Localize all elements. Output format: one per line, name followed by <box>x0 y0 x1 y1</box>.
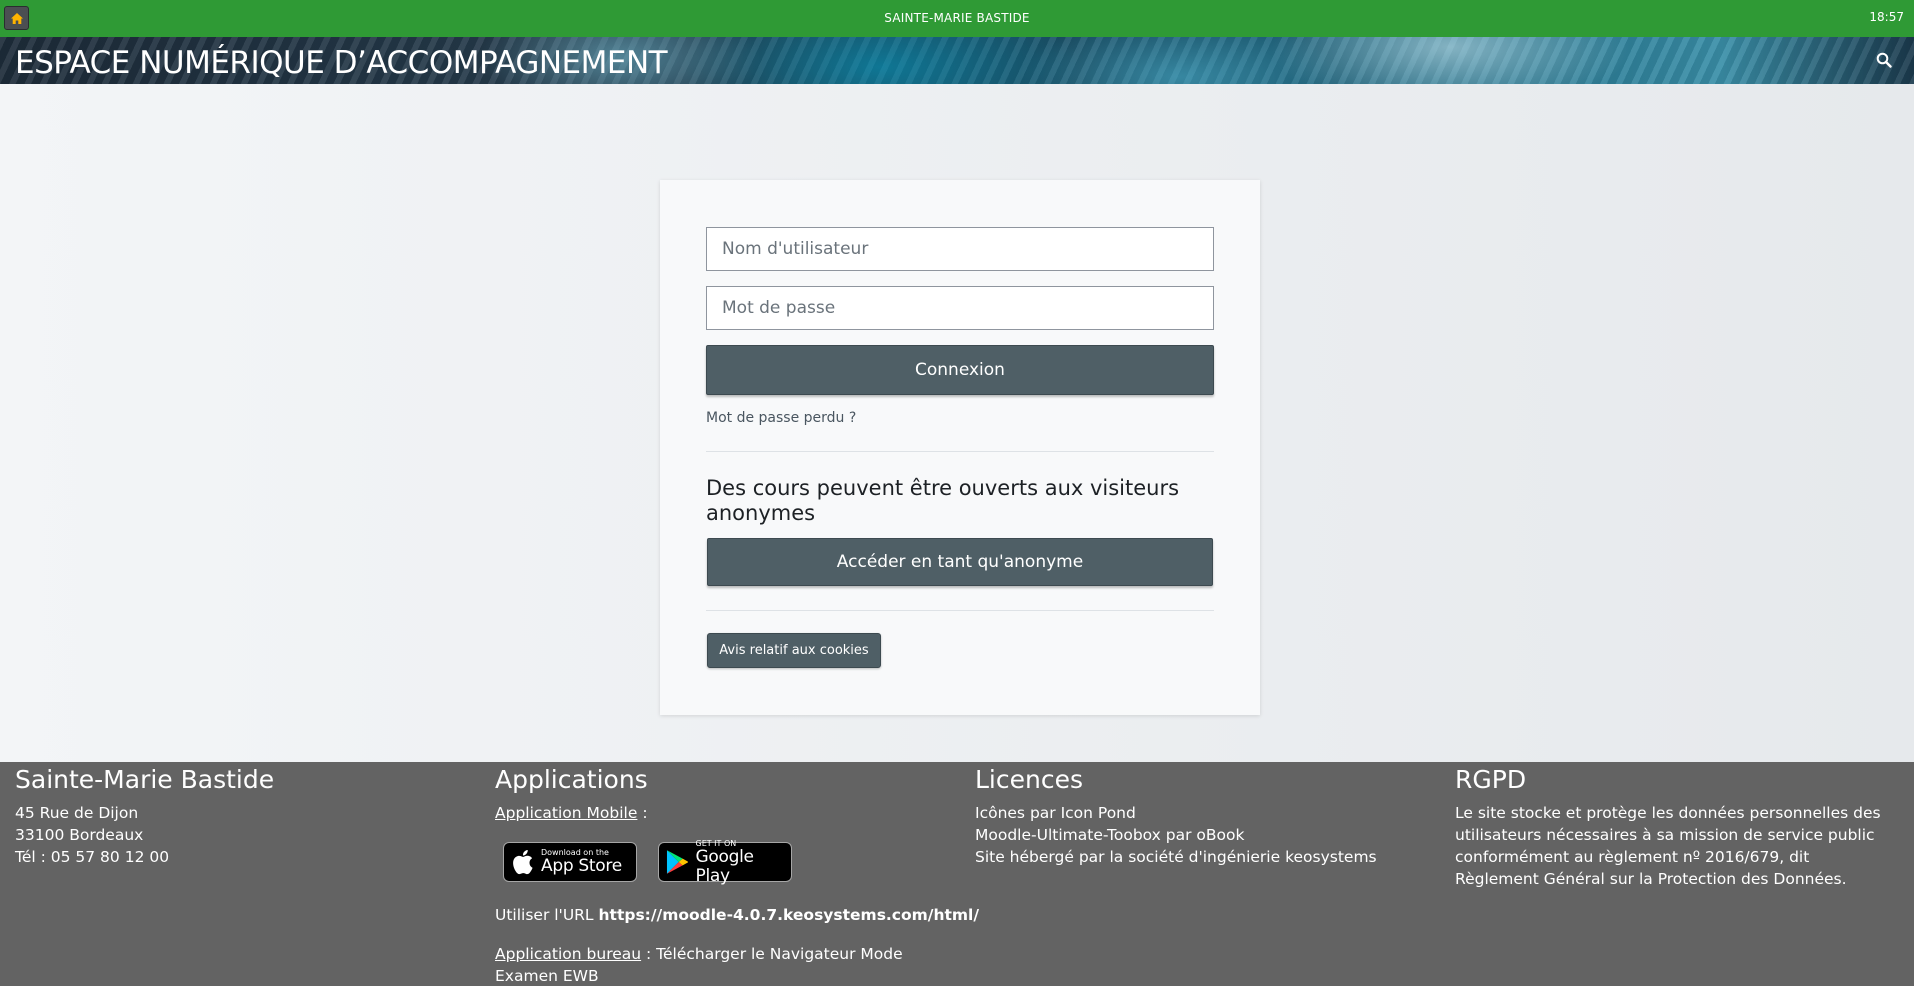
rgpd-text: Le site stocke et protège les données pe… <box>1455 804 1881 888</box>
rgpd-heading: RGPD <box>1455 765 1527 794</box>
top-bar: SAINTE-MARIE BASTIDE 18:57 <box>0 0 1914 37</box>
page-title: ESPACE NUMÉRIQUE D’ACCOMPAGNEMENT <box>15 45 668 81</box>
username-field[interactable] <box>706 227 1214 271</box>
site-name: SAINTE-MARIE BASTIDE <box>884 11 1030 25</box>
forgot-password-link[interactable]: Mot de passe perdu ? <box>706 410 856 426</box>
desktop-app-line: Application bureau : Télécharger le Navi… <box>495 943 915 986</box>
footer-school-column: Sainte-Marie Bastide 45 Rue de Dijon 331… <box>15 762 274 868</box>
app-store-big-text: App Store <box>541 856 622 876</box>
header-banner: ESPACE NUMÉRIQUE D’ACCOMPAGNEMENT <box>0 37 1914 84</box>
app-url-prefix: Utiliser l'URL <box>495 906 599 924</box>
divider <box>706 610 1214 611</box>
divider <box>706 451 1214 452</box>
search-icon <box>1876 52 1892 68</box>
desktop-app-link[interactable]: Application bureau <box>495 945 641 963</box>
cookies-notice-button[interactable]: Avis relatif aux cookies <box>707 633 881 668</box>
google-play-big-text: Google Play <box>695 846 754 886</box>
app-url-line: Utiliser l'URL https://moodle-4.0.7.keos… <box>495 906 979 924</box>
password-field[interactable] <box>706 286 1214 330</box>
phone-number: Tél : 05 57 80 12 00 <box>15 848 170 866</box>
google-play-icon <box>666 850 689 874</box>
guest-access-heading: Des cours peuvent être ouverts aux visit… <box>706 476 1180 525</box>
mobile-app-link[interactable]: Application Mobile <box>495 804 637 822</box>
licences-heading: Licences <box>975 765 1083 794</box>
school-name: Sainte-Marie Bastide <box>15 765 275 794</box>
address-line-2: 33100 Bordeaux <box>15 826 144 844</box>
guest-login-button[interactable]: Accéder en tant qu'anonyme <box>707 538 1213 586</box>
main-content: Connexion Mot de passe perdu ? Des cours… <box>0 84 1914 762</box>
footer-rgpd-column: RGPD Le site stocke et protège les donné… <box>1455 762 1895 890</box>
address-line-1: 45 Rue de Dijon <box>15 804 139 822</box>
footer-apps-column: Applications Application Mobile : <box>495 762 955 824</box>
search-button[interactable] <box>1876 52 1894 70</box>
apple-icon <box>513 850 533 875</box>
login-button[interactable]: Connexion <box>706 345 1214 395</box>
google-play-badge[interactable]: GET IT ON Google Play <box>658 839 792 885</box>
footer: Sainte-Marie Bastide 45 Rue de Dijon 331… <box>0 762 1914 986</box>
app-url: https://moodle-4.0.7.keosystems.com/html… <box>598 906 980 924</box>
licence-line-icons: Icônes par Icon Pond <box>975 804 1136 822</box>
footer-licences-column: Licences Icônes par Icon Pond Moodle-Ult… <box>975 762 1377 868</box>
app-store-badge[interactable]: Download on the App Store <box>503 842 637 882</box>
clock: 18:57 <box>1869 10 1904 24</box>
licence-line-hosting: Site hébergé par la société d'ingénierie… <box>975 848 1377 866</box>
mobile-app-suffix: : <box>637 804 648 822</box>
login-card: Connexion Mot de passe perdu ? Des cours… <box>660 180 1260 715</box>
licence-line-toolbox: Moodle-Ultimate-Toobox par oBook <box>975 826 1245 844</box>
apps-heading: Applications <box>495 765 648 794</box>
